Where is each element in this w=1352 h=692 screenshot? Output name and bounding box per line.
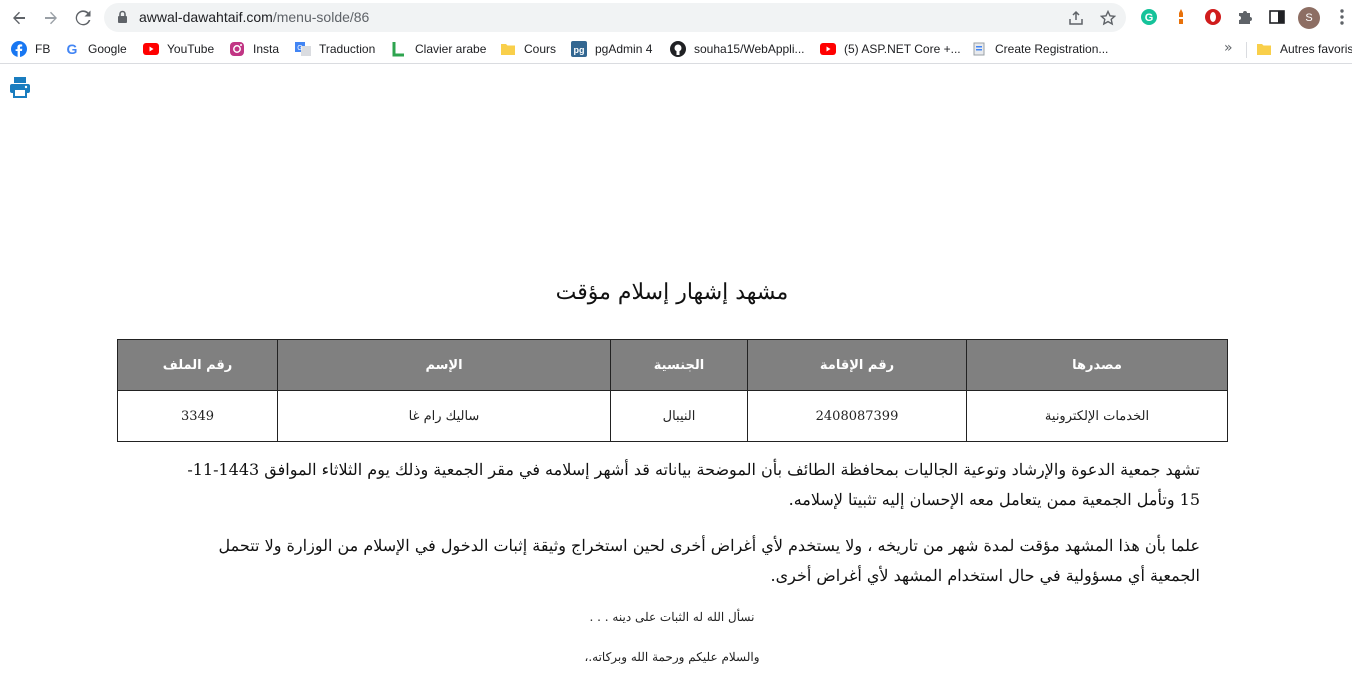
bookmark-label: Insta [253, 42, 280, 56]
bookmark-label: souha15/WebAppli... [694, 42, 805, 56]
github-icon [670, 41, 686, 57]
scrollbar-thumb[interactable] [1341, 148, 1349, 648]
bookmark-pgadmin[interactable]: pg pgAdmin 4 [571, 40, 652, 58]
forward-arrow-icon [45, 11, 57, 25]
youtube-icon [820, 41, 836, 57]
translate-icon: G [295, 41, 311, 57]
column-header: رقم الإقامة [747, 339, 967, 391]
bookmark-cours[interactable]: Cours [500, 40, 556, 58]
bookmark-label: Cours [524, 42, 557, 56]
site-icon [971, 41, 987, 57]
validity-paragraph: علما بأن هذا المشهد مؤقت لمدة شهر من تار… [218, 536, 1200, 585]
back-arrow-icon [13, 11, 25, 25]
table-row: الخدمات الإلكترونية 2408087399 النيبال س… [117, 390, 1228, 442]
reload-icon [75, 10, 91, 26]
svg-text:pg: pg [574, 45, 585, 55]
opera-adblock-icon[interactable] [1203, 7, 1223, 27]
column-header: رقم الملف [117, 339, 278, 391]
closing-prayer: نسأل الله له الثبات على دينه . . . [589, 610, 755, 624]
instagram-icon [229, 41, 245, 57]
lock-icon [118, 10, 127, 23]
share-icon[interactable] [1066, 8, 1086, 28]
column-header: الإسم [277, 339, 611, 391]
column-header: الجنسية [610, 339, 748, 391]
bookmark-google[interactable]: G Google [64, 40, 127, 58]
bookmark-traduction[interactable]: G Traduction [295, 40, 375, 58]
bookmark-star-icon[interactable] [1098, 8, 1118, 28]
profile-avatar[interactable]: S [1298, 7, 1320, 29]
printer-icon [10, 77, 30, 98]
bookmark-aspnet[interactable]: (5) ASP.NET Core +... [820, 40, 961, 58]
page-content: مشهد إشهار إسلام مؤقت مصدرها رقم الإقامة… [0, 64, 1352, 692]
bookmark-label: Google [88, 42, 127, 56]
bookmark-other-favorites[interactable]: Autres favoris [1256, 40, 1352, 58]
pgadmin-icon: pg [571, 41, 587, 57]
table-cell: 3349 [117, 390, 278, 442]
forward-button[interactable] [38, 5, 64, 31]
table-cell: الخدمات الإلكترونية [966, 390, 1228, 442]
bookmark-label: Clavier arabe [415, 42, 487, 56]
bookmark-github[interactable]: souha15/WebAppli... [670, 40, 805, 58]
bookmarks-bar: FB G Google YouTube Insta G Traduction C… [0, 35, 1352, 64]
svg-text:G: G [67, 41, 78, 57]
bookmark-fb[interactable]: FB [11, 40, 50, 58]
url-path: /menu-solde/86 [272, 9, 370, 25]
column-header: مصدرها [966, 339, 1228, 391]
closing-greeting: والسلام عليكم ورحمة الله وبركاته.، [584, 650, 760, 664]
bookmark-create-registration[interactable]: Create Registration... [971, 40, 1108, 58]
url-text[interactable]: awwal-dawahtaif.com/menu-solde/86 [139, 9, 369, 25]
extension-orange-icon[interactable] [1171, 7, 1191, 27]
table-cell: النيبال [610, 390, 748, 442]
reload-button[interactable] [70, 5, 96, 31]
bookmark-label: Autres favoris [1280, 42, 1352, 56]
bookmark-label: FB [35, 42, 51, 56]
document-title: مشهد إشهار إسلام مؤقت [555, 280, 789, 305]
bookmark-label: Traduction [319, 42, 376, 56]
bookmark-label: Create Registration... [995, 42, 1109, 56]
side-panel-icon[interactable] [1267, 7, 1287, 27]
folder-icon [500, 41, 516, 57]
bookmarks-divider [1246, 42, 1247, 58]
extensions-puzzle-icon[interactable] [1235, 7, 1255, 27]
svg-text:G: G [1145, 12, 1154, 24]
bookmark-label: (5) ASP.NET Core +... [844, 42, 961, 56]
info-table: مصدرها رقم الإقامة الجنسية الإسم رقم الم… [117, 339, 1228, 442]
google-icon: G [64, 41, 80, 57]
folder-icon [1256, 41, 1272, 57]
keyboard-l-icon [391, 41, 407, 57]
table-header-row: مصدرها رقم الإقامة الجنسية الإسم رقم الم… [117, 339, 1228, 391]
bookmark-youtube[interactable]: YouTube [143, 40, 214, 58]
table-cell: 2408087399 [747, 390, 967, 442]
certificate-paragraph: تشهد جمعية الدعوة والإرشاد وتوعية الجالي… [187, 460, 1200, 509]
bookmark-label: YouTube [167, 42, 215, 56]
bookmark-label: pgAdmin 4 [595, 42, 653, 56]
browser-toolbar: awwal-dawahtaif.com/menu-solde/86 G S [0, 0, 1352, 35]
bookmark-clavier-arabe[interactable]: Clavier arabe [391, 40, 486, 58]
bookmark-insta[interactable]: Insta [229, 40, 279, 58]
url-domain: awwal-dawahtaif.com [139, 9, 273, 25]
table-cell: ساليك رام غا [277, 390, 611, 442]
address-bar[interactable]: awwal-dawahtaif.com/menu-solde/86 [104, 3, 1126, 32]
menu-kebab-icon[interactable] [1332, 7, 1352, 27]
page-scrollbar[interactable] [1338, 64, 1352, 692]
grammarly-icon[interactable]: G [1139, 7, 1159, 27]
youtube-icon [143, 41, 159, 57]
facebook-icon [11, 41, 27, 57]
print-button[interactable] [9, 76, 33, 98]
bookmarks-overflow-chevron-icon[interactable]: » [1224, 40, 1233, 56]
back-button[interactable] [6, 5, 32, 31]
svg-text:G: G [297, 45, 302, 52]
